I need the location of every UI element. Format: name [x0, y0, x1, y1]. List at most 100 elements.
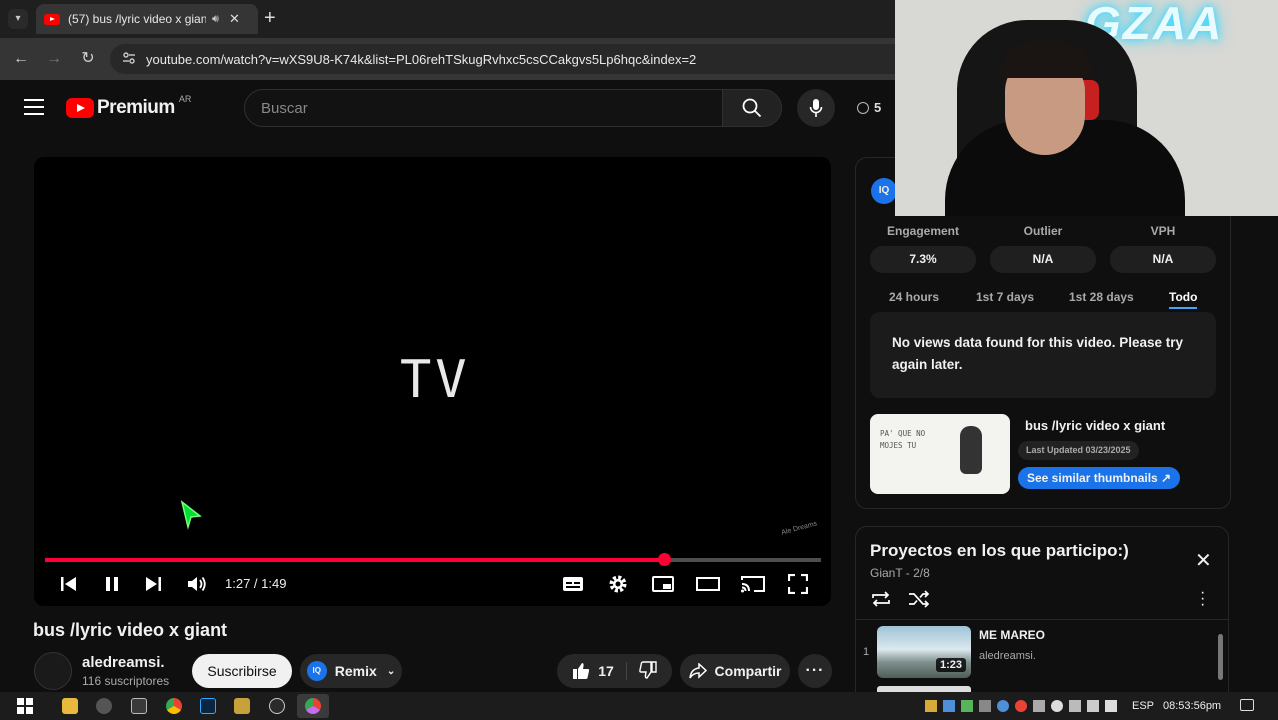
subscribe-button[interactable]: Suscribirse	[192, 654, 292, 688]
youtube-favicon-icon	[44, 13, 60, 25]
taskbar-clock[interactable]: 08:53:56pm	[1163, 700, 1221, 712]
obs-icon[interactable]	[269, 698, 285, 714]
playlist-owner-position: GianT - 2/8	[870, 566, 930, 580]
url-field[interactable]: youtube.com/watch?v=wXS9U8-K74k&list=PL0…	[110, 44, 910, 74]
loop-icon[interactable]	[870, 590, 892, 613]
like-count: 17	[598, 663, 614, 679]
previous-button[interactable]	[56, 571, 82, 597]
range-tab-7-days[interactable]: 1st 7 days	[976, 290, 1034, 304]
time-display: 1:27 / 1:49	[225, 576, 287, 591]
range-tab-todo[interactable]: Todo	[1169, 290, 1198, 309]
chevron-down-icon: ⌄	[386, 665, 396, 677]
remix-label: Remix	[334, 663, 377, 679]
thumbs-down-icon	[638, 660, 657, 679]
list-item[interactable]: 1 1:23 ME MAREO aledreamsi.	[856, 622, 1216, 684]
channel-name[interactable]: aledreamsi.	[82, 654, 165, 671]
person-hair	[1000, 42, 1092, 78]
remix-button[interactable]: IQ Remix ⌄	[300, 654, 402, 688]
subtitles-icon	[563, 577, 583, 591]
cast-button[interactable]	[740, 571, 766, 597]
next-icon	[146, 577, 161, 591]
miniplayer-button[interactable]	[650, 571, 676, 597]
chrome-icon[interactable]	[166, 698, 182, 714]
region-code: AR	[178, 94, 192, 104]
more-actions-button[interactable]: ···	[798, 654, 832, 688]
list-item-index: 1	[863, 646, 870, 658]
youtube-premium-logo[interactable]: Premium AR	[66, 94, 192, 119]
settings-button[interactable]	[605, 571, 631, 597]
camera-app-icon[interactable]	[96, 698, 112, 714]
playlist-scrollbar[interactable]	[1218, 634, 1223, 680]
calculator-icon[interactable]	[131, 698, 147, 714]
search-input[interactable]: Buscar	[244, 89, 724, 127]
history-indicator[interactable]: 5	[857, 100, 881, 115]
playlist-menu-icon[interactable]: · · ·	[1200, 585, 1205, 613]
range-tab-28-days[interactable]: 1st 28 days	[1069, 290, 1134, 304]
share-button[interactable]: Compartir	[680, 654, 790, 688]
playlist-title[interactable]: Proyectos en los que participo:)	[870, 541, 1129, 561]
search-icon	[742, 98, 762, 118]
url-text: youtube.com/watch?v=wXS9U8-K74k&list=PL0…	[146, 51, 697, 67]
notification-icon[interactable]	[1240, 699, 1254, 711]
playlist-close-icon[interactable]: ✕	[1195, 548, 1212, 573]
metric-value-vph: N/A	[1110, 246, 1216, 273]
list-item-title: ME MAREO	[979, 628, 1045, 642]
close-tab-icon[interactable]: ✕	[229, 11, 240, 27]
shuffle-icon[interactable]	[908, 590, 930, 613]
theater-mode-button[interactable]	[695, 571, 721, 597]
share-icon	[688, 663, 707, 679]
volume-button[interactable]	[184, 571, 210, 597]
channel-avatar[interactable]	[34, 652, 72, 690]
site-settings-icon[interactable]	[122, 51, 136, 65]
next-button[interactable]	[140, 571, 166, 597]
metric-value-engagement: 7.3%	[870, 246, 976, 273]
tab-title: (57) bus /lyric video x giant	[68, 12, 206, 26]
gear-icon	[609, 575, 627, 593]
video-title: bus /lyric video x giant	[33, 620, 228, 640]
logo-text: Premium	[97, 97, 175, 118]
no-data-message: No views data found for this video. Plea…	[870, 312, 1216, 398]
thumbnail-title: bus /lyric video x giant	[1025, 418, 1166, 433]
subscribe-label: Suscribirse	[207, 663, 277, 679]
iq-logo-icon: IQ	[306, 661, 327, 681]
share-label: Compartir	[714, 663, 782, 679]
like-button[interactable]: 17	[572, 662, 627, 680]
windows-start-icon[interactable]	[17, 698, 33, 714]
forward-arrow-icon[interactable]: →	[43, 48, 65, 70]
volume-icon	[188, 576, 206, 592]
media-app-icon[interactable]	[234, 698, 250, 714]
subscriber-count: 116 suscriptores	[82, 674, 170, 688]
range-tab-24-hours[interactable]: 24 hours	[889, 290, 939, 304]
last-updated-badge: Last Updated 03/23/2025	[1018, 441, 1139, 460]
tab-list-chevron-icon[interactable]: ▾	[8, 9, 28, 29]
microphone-icon	[809, 99, 823, 117]
language-indicator[interactable]: ESP	[1132, 700, 1154, 712]
progress-bar[interactable]	[45, 553, 821, 566]
mouse-cursor-icon	[180, 500, 204, 535]
iq-panel-logo: IQ	[871, 178, 897, 204]
search-button[interactable]	[722, 89, 782, 127]
speaker-icon[interactable]: 🔊︎	[212, 13, 219, 26]
browser-active-icon[interactable]	[305, 698, 321, 714]
photoshop-icon[interactable]	[200, 698, 216, 714]
pause-button[interactable]	[99, 571, 125, 597]
thumbnail-figure	[960, 426, 982, 474]
video-thumbnail[interactable]: PA' QUE NO MOJES TU	[870, 414, 1010, 494]
new-tab-icon[interactable]: +	[264, 7, 276, 30]
dislike-button[interactable]	[627, 660, 657, 682]
hamburger-menu-icon[interactable]	[24, 99, 44, 115]
like-dislike-group: 17	[557, 654, 672, 688]
voice-search-button[interactable]	[797, 89, 835, 127]
system-tray-icons[interactable]	[925, 700, 1125, 714]
back-arrow-icon[interactable]: ←	[10, 48, 32, 70]
subtitles-button[interactable]	[560, 571, 586, 597]
browser-tab[interactable]: (57) bus /lyric video x giant 🔊︎ ✕	[36, 4, 258, 34]
fullscreen-button[interactable]	[785, 571, 811, 597]
pause-icon	[106, 577, 118, 591]
similar-thumbnails-button[interactable]: See similar thumbnails ↗	[1018, 467, 1181, 489]
thumbs-up-icon	[573, 663, 590, 679]
youtube-logo-icon	[66, 98, 94, 118]
file-explorer-icon[interactable]	[62, 698, 78, 714]
reload-icon[interactable]: ↻	[77, 48, 99, 70]
search-placeholder: Buscar	[261, 99, 308, 117]
